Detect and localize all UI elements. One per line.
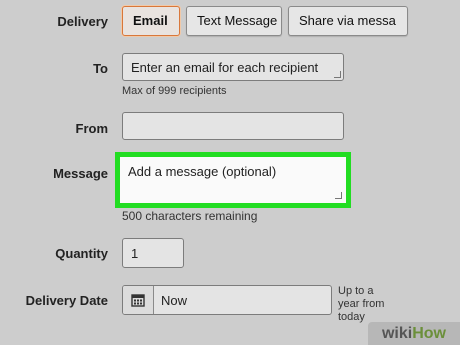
delivery-date-note: Up to a year from today (338, 285, 385, 323)
message-textarea[interactable]: Add a message (optional) (122, 159, 344, 201)
to-email-input[interactable]: Enter an email for each recipient (122, 53, 344, 81)
to-recipient-limit-hint: Max of 999 recipients (122, 85, 227, 97)
resize-grip-icon[interactable] (334, 71, 341, 78)
message-characters-remaining: 500 characters remaining (122, 209, 258, 223)
email-option-button[interactable]: Email (122, 6, 180, 36)
wikihow-watermark: wikiHow (368, 322, 460, 345)
delivery-date-label: Delivery Date (25, 293, 108, 308)
delivery-label: Delivery (57, 14, 108, 29)
share-via-message-option-button[interactable]: Share via messa (288, 6, 408, 36)
quantity-input[interactable]: 1 (122, 238, 184, 268)
resize-grip-icon[interactable] (335, 192, 342, 199)
from-input[interactable] (122, 112, 344, 140)
text-message-option-button[interactable]: Text Message (186, 6, 282, 36)
message-placeholder: Add a message (optional) (128, 164, 277, 179)
message-label: Message (53, 166, 108, 181)
to-email-placeholder: Enter an email for each recipient (131, 60, 319, 75)
calendar-icon (131, 294, 145, 307)
from-label: From (75, 121, 109, 136)
quantity-label: Quantity (55, 246, 108, 261)
delivery-date-value: Now (161, 293, 188, 308)
to-label: To (93, 61, 108, 76)
message-highlight-box: Add a message (optional) (115, 152, 351, 208)
calendar-button[interactable] (123, 286, 154, 314)
wikihow-suffix: How (412, 325, 446, 342)
quantity-value: 1 (131, 246, 139, 261)
wikihow-prefix: wiki (381, 325, 413, 342)
delivery-date-picker[interactable]: Now (122, 285, 332, 315)
